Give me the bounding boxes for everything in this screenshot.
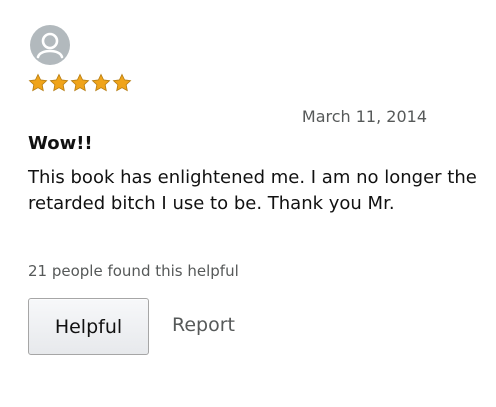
report-link[interactable]: Report (172, 314, 235, 336)
review-body: This book has enlightened me. I am no lo… (28, 167, 477, 214)
user-silhouette-icon (36, 32, 64, 59)
review-date: March 11, 2014 (301, 107, 427, 126)
star-icon (49, 73, 69, 93)
star-icon (28, 73, 48, 93)
star-icon (112, 73, 132, 93)
star-rating (28, 73, 132, 93)
star-icon (91, 73, 111, 93)
helpful-count: 21 people found this helpful (28, 262, 239, 280)
reviewer-avatar (30, 25, 70, 65)
star-icon (70, 73, 90, 93)
review-title: Wow!! (28, 133, 93, 154)
helpful-button[interactable]: Helpful (28, 298, 149, 355)
